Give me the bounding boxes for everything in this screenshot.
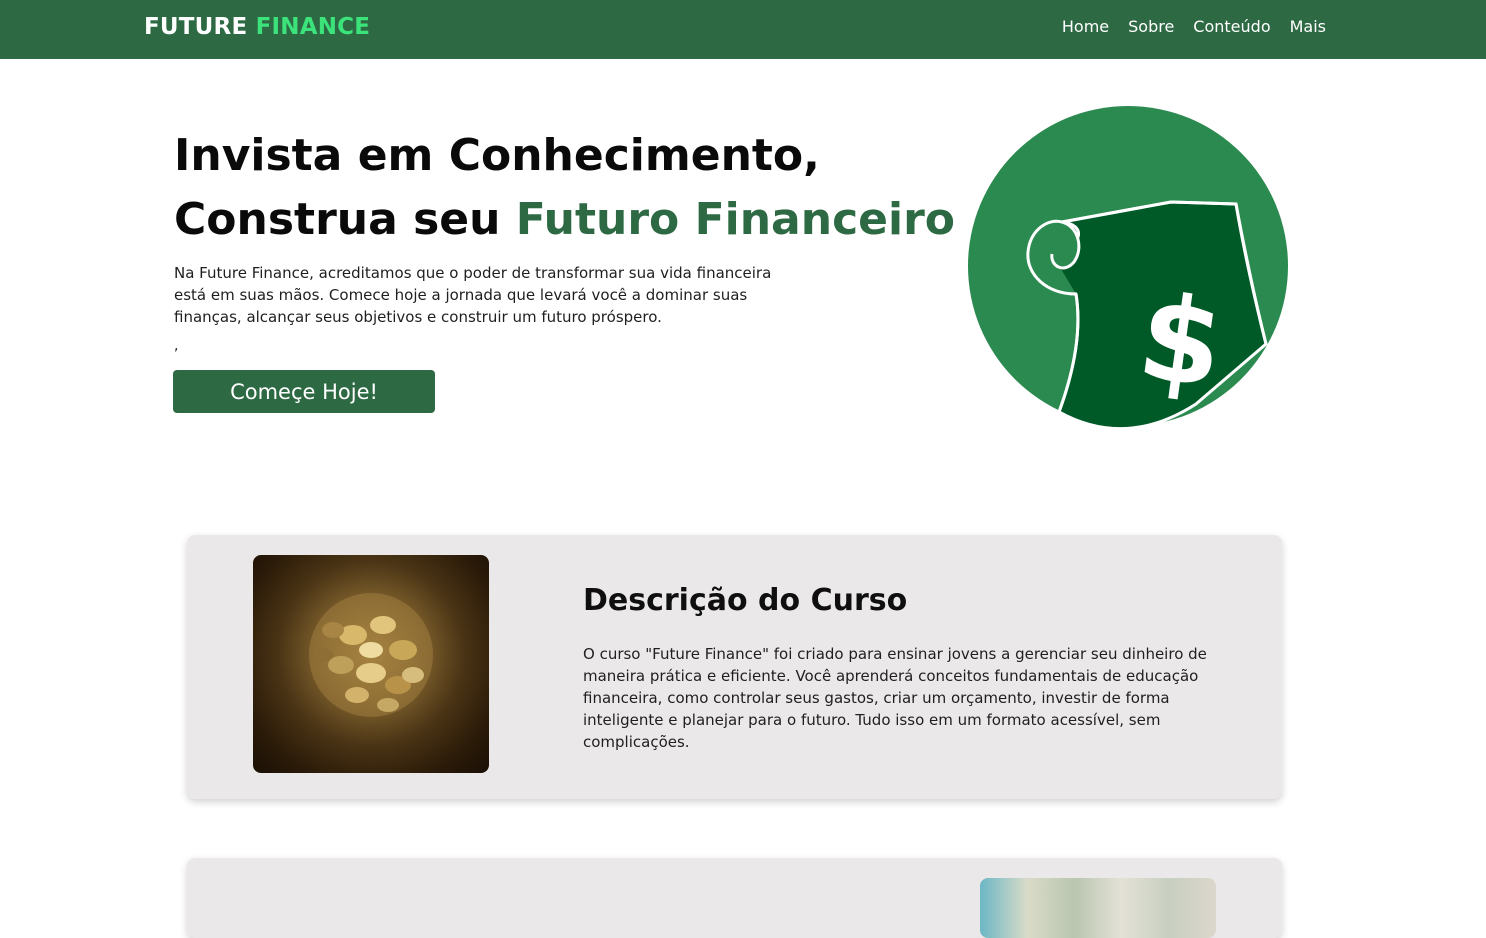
coin-13 xyxy=(377,698,399,712)
coin-11 xyxy=(359,642,383,658)
coin-6 xyxy=(356,663,386,683)
nav-links: Home Sobre Conteúdo Mais xyxy=(1062,17,1326,36)
dollar-scroll-icon: $ xyxy=(966,104,1290,431)
coin-12 xyxy=(313,648,333,662)
hero-title-line2: Construa seu Futuro Financeiro xyxy=(174,188,956,252)
nav-link-home[interactable]: Home xyxy=(1062,17,1109,36)
hero-title-prefix: Construa seu xyxy=(174,194,501,245)
start-today-button[interactable]: Começe Hoje! xyxy=(173,370,435,413)
course-description-text: O curso "Future Finance" foi criado para… xyxy=(583,645,1207,751)
hero-description: Na Future Finance, acreditamos que o pod… xyxy=(174,264,772,326)
course-description-card: Descrição do Curso O curso "Future Finan… xyxy=(187,535,1282,799)
hero-title-line1: Invista em Conhecimento, xyxy=(174,130,820,181)
brand-accent: FINANCE xyxy=(255,14,371,40)
navbar: FUTURE FINANCE Home Sobre Conteúdo Mais xyxy=(0,0,1486,59)
nav-link-mais[interactable]: Mais xyxy=(1290,17,1326,36)
stray-text: , xyxy=(174,338,179,354)
coin-10 xyxy=(402,667,424,683)
coin-5 xyxy=(328,656,354,674)
brand-logo[interactable]: FUTURE FINANCE xyxy=(144,14,370,40)
second-card xyxy=(187,858,1282,938)
course-description-title: Descrição do Curso xyxy=(583,583,908,618)
money-bills-photo xyxy=(980,878,1216,938)
hero-title: Invista em Conhecimento, Construa seu Fu… xyxy=(174,124,956,252)
coin-8 xyxy=(345,687,369,703)
coins-jar-photo xyxy=(253,555,489,773)
brand-primary: FUTURE xyxy=(144,14,248,40)
hero-title-highlight: Futuro Financeiro xyxy=(515,194,956,245)
coin-4 xyxy=(389,640,417,660)
coin-3 xyxy=(370,616,396,634)
nav-link-sobre[interactable]: Sobre xyxy=(1128,17,1174,36)
coin-9 xyxy=(322,622,344,638)
nav-link-conteudo[interactable]: Conteúdo xyxy=(1193,17,1270,36)
